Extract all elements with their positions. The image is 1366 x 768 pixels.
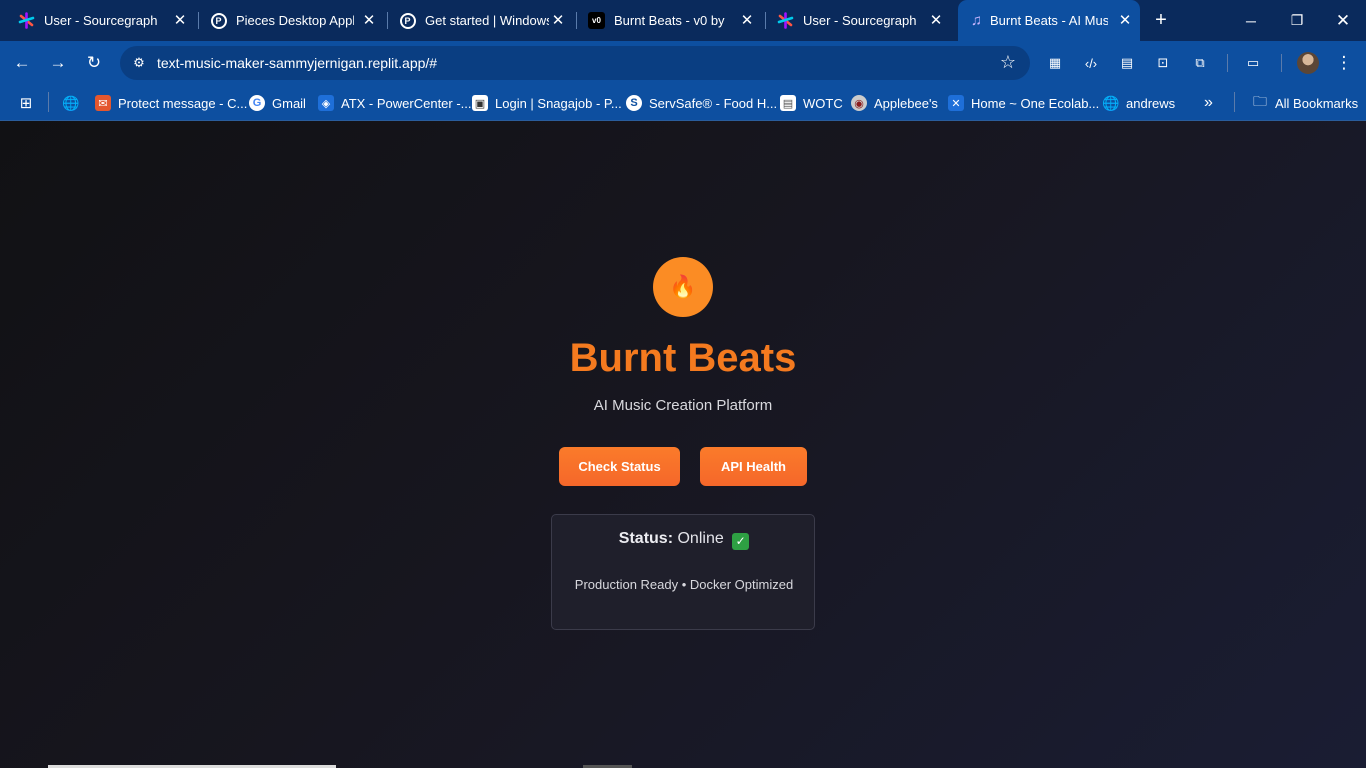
tab-title: Burnt Beats - v0 by Ve [614, 13, 728, 28]
address-bar[interactable]: ⚙ text-music-maker-sammyjernigan.replit.… [120, 46, 1030, 80]
bookmarks-separator [1234, 92, 1235, 112]
toolbar-separator [1227, 54, 1228, 72]
tab-title: Pieces Desktop Applic [236, 13, 354, 28]
close-window-icon[interactable]: ✕ [1320, 0, 1366, 41]
bookmarks-bar: ⊞ 🌐 ✉ Protect message - C... G Gmail ◈ A… [0, 85, 1366, 121]
page-content: 🔥 Burnt Beats AI Music Creation Platform… [0, 121, 1366, 768]
folder-icon: 🗀 [1253, 93, 1267, 109]
status-note: Production Ready • Docker Optimized [574, 577, 794, 592]
minimize-icon[interactable]: ─ [1228, 0, 1274, 41]
bookmark-label: Gmail [272, 95, 306, 111]
app-title: Burnt Beats [569, 336, 797, 380]
tab-strip: User - Sourcegraph ✕ P Pieces Desktop Ap… [0, 0, 1366, 41]
globe-icon: 🌐 [62, 94, 80, 111]
tab-sourcegraph-2[interactable]: User - Sourcegraph ✕ [759, 0, 949, 41]
snagajob-icon: ▣ [472, 95, 488, 111]
bookmark-label: Applebee's [874, 95, 938, 111]
tab-sourcegraph-1[interactable]: User - Sourcegraph ✕ [0, 0, 190, 41]
pieces-icon: P [210, 12, 227, 29]
new-tab-button[interactable]: + [1149, 8, 1173, 32]
powercenter-icon: ◈ [318, 95, 334, 111]
bookmark-label: Login | Snagajob - P... [495, 95, 622, 111]
tab-burnt-beats-active[interactable]: ♫ Burnt Beats - AI Music ✕ [958, 0, 1140, 41]
tab-title: Get started | Windows [425, 13, 549, 28]
close-tab-icon[interactable]: ✕ [926, 10, 946, 30]
flame-logo-icon: 🔥 [653, 257, 713, 317]
puzzle-extensions-icon[interactable]: ⧉ [1190, 53, 1210, 73]
close-tab-icon[interactable]: ✕ [737, 10, 757, 30]
check-status-button[interactable]: Check Status [559, 447, 680, 486]
sourcegraph-icon [18, 12, 35, 29]
restore-icon[interactable]: ❐ [1274, 0, 1320, 41]
side-panel-icon[interactable]: ▭ [1243, 53, 1263, 73]
pieces-icon: P [399, 12, 416, 29]
app-subtitle: AI Music Creation Platform [593, 397, 773, 414]
document-extension-icon[interactable]: ▤ [1117, 53, 1137, 73]
ecolab-icon: ✕ [948, 95, 964, 111]
bookmark-label: andrews [1126, 95, 1176, 111]
music-icon: ♫ [970, 12, 983, 29]
close-tab-icon[interactable]: ✕ [1115, 10, 1135, 30]
tab-burnt-beats-v0[interactable]: v0 Burnt Beats - v0 by Ve ✕ [570, 0, 760, 41]
servsafe-icon: S [626, 95, 642, 111]
bookmark-servsafe[interactable]: S ServSafe® - Food H... [626, 93, 777, 113]
toolbar-separator [1281, 54, 1282, 72]
tab-get-started[interactable]: P Get started | Windows ✕ [381, 0, 571, 41]
tab-title: User - Sourcegraph [803, 13, 917, 28]
document-icon: ▤ [780, 95, 796, 111]
tab-title: Burnt Beats - AI Music [990, 13, 1108, 28]
close-tab-icon[interactable]: ✕ [548, 10, 568, 30]
bookmark-wotc[interactable]: ▤ WOTC [780, 93, 843, 113]
bookmark-ecolab[interactable]: ✕ Home ~ One Ecolab... [948, 93, 1099, 113]
status-card: Status: Online ✓ Production Ready • Dock… [551, 514, 815, 630]
bookmark-star-icon[interactable]: ☆ [1000, 52, 1016, 73]
google-icon: G [249, 95, 265, 111]
back-icon[interactable]: ← [10, 51, 34, 75]
close-tab-icon[interactable]: ✕ [170, 10, 190, 30]
sourcegraph-icon [777, 12, 794, 29]
bookmark-label: ATX - PowerCenter -... [341, 95, 472, 111]
grid-icon: ⊞ [19, 95, 33, 112]
mail-icon: ✉ [95, 95, 111, 111]
browser-toolbar: ← → ↻ ⚙ text-music-maker-sammyjernigan.r… [0, 41, 1366, 85]
close-tab-icon[interactable]: ✕ [359, 10, 379, 30]
status-label: Status: [618, 530, 674, 547]
bookmark-label: ServSafe® - Food H... [649, 95, 778, 111]
bookmark-gmail[interactable]: G Gmail [249, 93, 306, 113]
profile-avatar[interactable] [1297, 52, 1319, 74]
all-bookmarks-label: All Bookmarks [1275, 95, 1359, 111]
status-value: Online [677, 530, 724, 547]
url-text[interactable]: text-music-maker-sammyjernigan.replit.ap… [157, 55, 437, 71]
bookmark-atx[interactable]: ◈ ATX - PowerCenter -... [318, 93, 472, 113]
bookmark-label: Protect message - C... [118, 95, 248, 111]
status-line: Status: Online ✓ [552, 530, 816, 550]
code-extension-icon[interactable]: ‹/› [1081, 53, 1101, 73]
tab-title: User - Sourcegraph [44, 13, 158, 28]
bookmark-andrews[interactable]: 🌐 andrews [1102, 93, 1176, 113]
tab-pieces[interactable]: P Pieces Desktop Applic ✕ [192, 0, 382, 41]
bookmark-protect-message[interactable]: ✉ Protect message - C... [95, 93, 247, 113]
bookmarks-separator [48, 92, 49, 112]
api-health-button[interactable]: API Health [700, 447, 807, 486]
all-bookmarks-button[interactable]: 🗀 All Bookmarks [1252, 93, 1358, 113]
applebees-icon: ◉ [851, 95, 867, 111]
reload-icon[interactable]: ↻ [82, 51, 106, 75]
bookmark-applebees[interactable]: ◉ Applebee's [851, 93, 938, 113]
apps-grid-icon[interactable]: ⊞ [18, 93, 41, 113]
v0-icon: v0 [588, 12, 605, 29]
bookmark-globe[interactable]: 🌐 [62, 93, 86, 113]
globe-icon: 🌐 [1102, 94, 1120, 111]
extension-icon[interactable]: ▦ [1045, 53, 1065, 73]
site-info-icon[interactable]: ⚙ [130, 54, 148, 72]
check-mark-icon: ✓ [732, 533, 750, 550]
forward-icon[interactable]: → [46, 51, 70, 75]
bookmarks-overflow-button[interactable]: » [1204, 93, 1213, 113]
bookmark-label: Home ~ One Ecolab... [971, 95, 1100, 111]
screenshot-extension-icon[interactable]: ⊡ [1153, 53, 1173, 73]
bookmark-label: WOTC [803, 95, 843, 111]
bookmark-snagajob[interactable]: ▣ Login | Snagajob - P... [472, 93, 622, 113]
menu-dots-icon[interactable]: ⋮ [1334, 53, 1354, 73]
